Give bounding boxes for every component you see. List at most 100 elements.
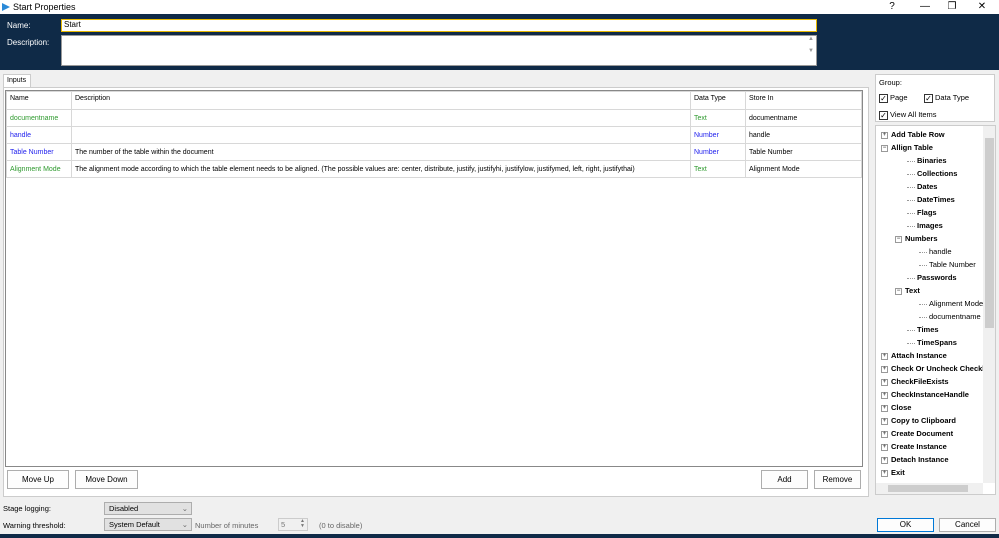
tree-vertical-scroll-thumb[interactable] [985,138,994,328]
expand-icon[interactable]: + [881,417,888,425]
column-header-data-type[interactable]: Data Type [690,91,746,110]
cell-store-in[interactable]: Alignment Mode [745,160,862,178]
tree-item[interactable]: Dates [907,180,937,193]
tree-item[interactable]: − Numbers [895,232,938,245]
expand-icon[interactable]: + [881,378,888,386]
page-checkbox[interactable]: ✓ Page [879,93,908,103]
cell-description[interactable]: The number of the table within the docum… [71,143,691,161]
disable-hint: (0 to disable) [319,521,363,530]
collapse-icon[interactable]: − [895,287,902,295]
move-up-button[interactable]: Move Up [7,470,69,489]
column-header-store-in[interactable]: Store In [745,91,862,110]
tree-item[interactable]: Binaries [907,154,947,167]
tree-item-label: CheckInstanceHandle [891,390,969,399]
expand-icon[interactable]: + [881,365,888,373]
minimize-button[interactable]: — [915,0,935,14]
tab-inputs[interactable]: Inputs [3,74,31,88]
stepper-arrows-icon[interactable]: ▲ ▼ [300,519,305,529]
tree-item[interactable]: handle [919,245,952,258]
tree-item[interactable]: + Detach Instance [881,453,949,466]
tree-horizontal-scroll-thumb[interactable] [888,485,968,492]
stage-logging-select[interactable]: Disabled ⌄ [104,502,192,515]
view-all-items-checkbox[interactable]: ✓ View All Items [879,110,937,120]
tree-item[interactable]: TimeSpans [907,336,957,349]
description-scrollbar[interactable]: ▲ ▼ [806,36,816,65]
tree-item[interactable]: − Text [895,284,920,297]
tree-item-label: Flags [917,208,937,217]
tree-item[interactable]: + Create Document [881,427,953,440]
expand-icon[interactable]: + [881,443,888,451]
table-row[interactable]: handle Number handle [6,126,862,144]
tree-item[interactable]: Flags [907,206,937,219]
tree-item[interactable]: documentname [919,310,981,323]
cell-name[interactable]: Table Number [6,143,72,161]
expand-icon[interactable]: + [881,456,888,464]
tree-item[interactable]: + Check Or Uncheck Checkbo [881,362,991,375]
cell-name[interactable]: documentname [6,109,72,127]
tree-item[interactable]: + Create Instance [881,440,947,453]
description-input[interactable]: ▲ ▼ [61,35,817,66]
tree-item[interactable]: + Copy to Clipboard [881,414,956,427]
cell-data-type[interactable]: Number [690,126,746,144]
warning-threshold-select[interactable]: System Default ⌄ [104,518,192,531]
ok-button[interactable]: OK [877,518,934,532]
cell-name[interactable]: Alignment Mode [6,160,72,178]
tree-item[interactable]: Alignment Mode [919,297,983,310]
tree-item[interactable]: DateTimes [907,193,955,206]
tree-item[interactable]: Times [907,323,939,336]
cell-name[interactable]: handle [6,126,72,144]
tree-item[interactable]: + CheckFileExists [881,375,949,388]
tree-item[interactable]: Images [907,219,943,232]
cell-description[interactable] [71,109,691,127]
cancel-button[interactable]: Cancel [939,518,996,532]
tree-item-label: Exit [891,468,905,477]
data-type-checkbox[interactable]: ✓ Data Type [924,93,969,103]
tree-item[interactable]: + Add Table Row [881,128,945,141]
column-header-name[interactable]: Name [6,91,72,110]
chevron-down-icon: ⌄ [181,504,188,513]
tree-item[interactable]: + Exit [881,466,905,479]
table-header: Name Description Data Type Store In [6,91,862,110]
tree-item[interactable]: − Allign Table [881,141,933,154]
tree-item-label: Passwords [917,273,957,282]
cell-data-type[interactable]: Text [690,160,746,178]
table-row[interactable]: documentname Text documentname [6,109,862,127]
expand-icon[interactable]: + [881,131,888,139]
expand-icon[interactable]: + [881,469,888,477]
tree-item[interactable]: Collections [907,167,957,180]
expand-icon[interactable]: + [881,430,888,438]
group-box: Group: ✓ Page ✓ Data Type ✓ View All Items [875,74,995,122]
checkbox-icon: ✓ [924,93,933,103]
cell-data-type[interactable]: Text [690,109,746,127]
expand-icon[interactable]: + [881,404,888,412]
add-button[interactable]: Add [761,470,808,489]
tree-item[interactable]: + Close [881,401,911,414]
cell-data-type[interactable]: Number [690,143,746,161]
cell-description[interactable] [71,126,691,144]
expand-icon[interactable]: + [881,391,888,399]
move-down-button[interactable]: Move Down [75,470,138,489]
collapse-icon[interactable]: − [895,235,902,243]
cell-store-in[interactable]: documentname [745,109,862,127]
tree-line-icon [907,199,915,201]
table-row[interactable]: Table Number The number of the table with… [6,143,862,161]
column-header-description[interactable]: Description [71,91,691,110]
maximize-button[interactable]: ❐ [942,0,962,14]
help-button[interactable]: ? [882,0,902,14]
tree-item[interactable]: + CheckInstanceHandle [881,388,969,401]
tree-item[interactable]: Passwords [907,271,957,284]
close-button[interactable]: ✕ [972,0,992,14]
cell-store-in[interactable]: handle [745,126,862,144]
tree-item[interactable]: Table Number [919,258,976,271]
name-input[interactable]: Start [61,19,817,32]
cell-description[interactable]: The alignment mode according to which th… [71,160,691,178]
expand-icon[interactable]: + [881,352,888,360]
remove-button[interactable]: Remove [814,470,861,489]
cell-store-in[interactable]: Table Number [745,143,862,161]
collapse-icon[interactable]: − [881,144,888,152]
tree-item-label: DateTimes [917,195,955,204]
minutes-stepper[interactable]: 5 ▲ ▼ [278,518,308,531]
tree-item[interactable]: + Attach Instance [881,349,947,362]
table-row[interactable]: Alignment Mode The alignment mode accordi… [6,160,862,178]
tree-item-label: Alignment Mode [929,299,984,308]
